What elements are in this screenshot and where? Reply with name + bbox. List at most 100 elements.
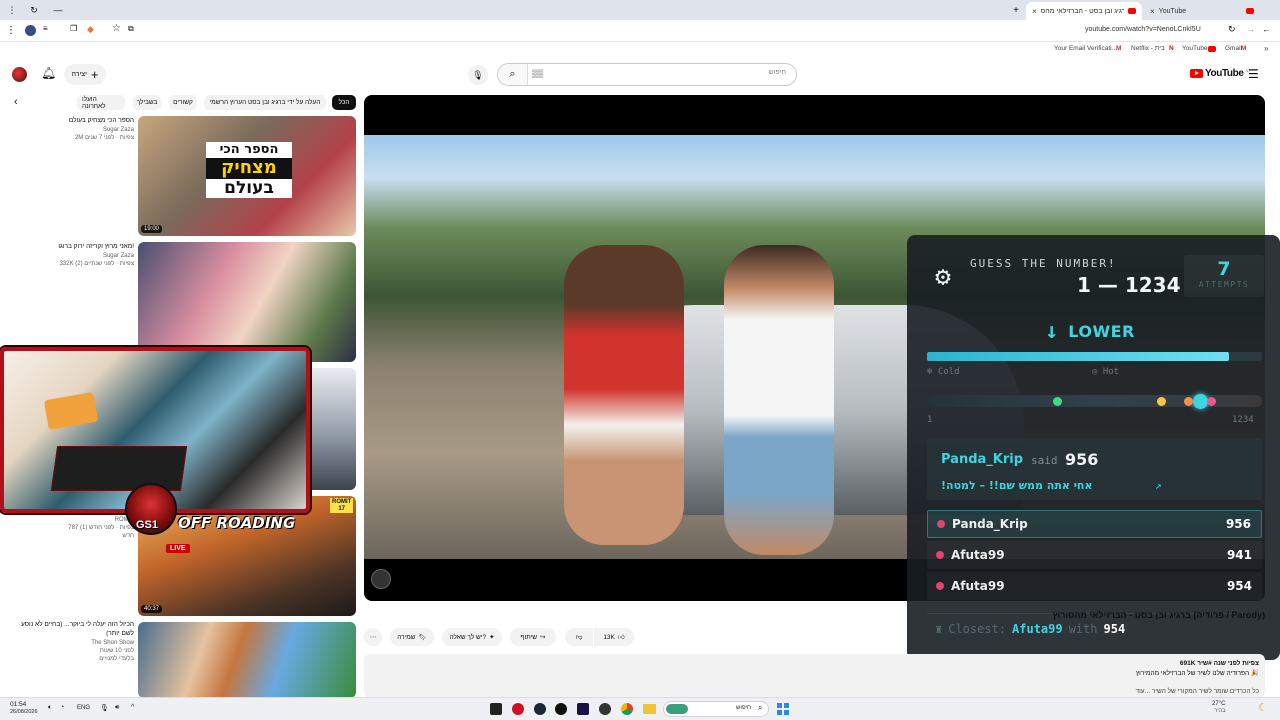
chip-related[interactable]: קשורים [169, 95, 197, 110]
back-icon[interactable]: ← [1262, 24, 1271, 34]
video-stats: 332K צפיות · לפני שנתיים (2) [59, 260, 134, 267]
like-button[interactable]: 13K 👍︎ [594, 628, 634, 646]
video-thumbnail[interactable]: הספר הכי מצחיק בעולם 19:00 [138, 116, 356, 236]
forward-icon[interactable]: → [1246, 24, 1255, 34]
browser-tab-bar: ⋮ ↻ — + × ברגיג ובן בסט - הברזילאי מהס ×… [0, 0, 1280, 20]
tab-youtube[interactable]: × YouTube [1144, 2, 1260, 20]
close-tab-icon[interactable]: × [1150, 7, 1155, 16]
windows-start-icon[interactable] [777, 703, 789, 715]
new-tab-button[interactable]: + [1010, 4, 1022, 16]
clock-date: 26/08/2026 [10, 708, 38, 715]
gear-icon: ⚙ [935, 262, 951, 292]
menu-dots-icon[interactable]: ⋮ [6, 4, 18, 16]
volume-tray-icon[interactable]: 🔊︎ [115, 704, 119, 712]
netflix-logo-icon: N [1169, 45, 1174, 52]
hamburger-menu-icon[interactable]: ☰ [1248, 67, 1259, 81]
duration-badge: 19:00 [141, 225, 163, 233]
search-input-value[interactable]: ▒▒ [532, 69, 543, 78]
kebab-menu-icon[interactable]: ⋮ [6, 25, 16, 36]
speaker-icon[interactable]: 🔈︎ [48, 704, 52, 712]
taskbar-search[interactable]: חיפוש ⌕ [663, 701, 769, 717]
mic-icon[interactable]: 🎙︎ [468, 65, 488, 85]
more-horiz-icon: ⋯ [369, 634, 377, 641]
profile-icon[interactable] [25, 25, 36, 36]
channel-name: ROMIT [114, 517, 134, 523]
cold-label: ❄ Cold [927, 367, 960, 377]
premiere-icon[interactable] [577, 703, 589, 715]
youtube-logo[interactable]: YouTube IL [1190, 68, 1249, 79]
copy-icon[interactable]: ❐ [70, 24, 77, 33]
trend-icon: ↗ [1155, 479, 1162, 492]
bookmark-netflix[interactable]: Netflix - בית [1131, 45, 1165, 52]
save-button[interactable]: שמירה 🔖︎ [390, 628, 434, 646]
app-icon[interactable] [512, 703, 524, 715]
description-box[interactable]: 691K צפיות לפני שנה #שיר הפרודיה שלנו לש… [364, 654, 1265, 698]
channel-name: Sugar Zaza [102, 126, 134, 133]
leaderboard-user: Afuta99 [951, 548, 1005, 562]
chip-all[interactable]: הכל [332, 95, 356, 110]
clock[interactable]: 01:54 26/08/2026 [10, 701, 38, 715]
search-icon: ⌕ [758, 703, 763, 712]
ask-button[interactable]: יש לך שאלה? ✦ [442, 628, 502, 646]
more-bookmarks-icon[interactable]: » [1264, 44, 1268, 53]
weather-widget[interactable]: 27°C בהיר [1212, 701, 1225, 714]
ask-label: יש לך שאלה? [449, 633, 487, 641]
dislike-button[interactable]: 👎︎ [565, 628, 593, 646]
youtube-play-icon [1190, 69, 1203, 78]
extension-icon[interactable]: ≡ [43, 24, 48, 33]
close-tab-icon[interactable]: × [1032, 7, 1037, 16]
chips-scroll-left-icon[interactable]: ‹ [14, 96, 18, 108]
app-icon[interactable] [555, 703, 567, 715]
create-button[interactable]: יצירה + [64, 64, 106, 85]
minimize-icon[interactable]: — [52, 4, 64, 16]
share-button[interactable]: שיתוף ↪ [510, 628, 556, 646]
video-thumbnail[interactable] [138, 242, 356, 362]
video-meta[interactable]: מאני מרוץ וקריזה ירוק ברוגו! Sugar Zaza … [9, 243, 134, 268]
app-icon[interactable] [490, 703, 502, 715]
search-icon[interactable]: ⌕ [498, 64, 528, 85]
chrome-icon[interactable] [621, 703, 633, 715]
bookmark-email[interactable]: Your Email Verificati... [1054, 45, 1117, 52]
last-guess-value: 956 [1065, 450, 1099, 469]
more-actions-button[interactable]: ⋯ [364, 628, 382, 646]
search-input[interactable]: חיפוש [769, 69, 786, 76]
folder-icon[interactable] [643, 704, 656, 714]
steam-icon[interactable] [534, 703, 546, 715]
bookmark-gmail[interactable]: Gmail [1225, 45, 1242, 52]
thumb-up-icon: 👍︎ [617, 634, 625, 641]
game-title: GUESS THE NUMBER! [970, 257, 1117, 270]
chip-recent[interactable]: הועלו לאחרונה [77, 95, 125, 110]
chevron-up-icon[interactable]: ^ [131, 704, 134, 711]
wifi-icon[interactable]: ◔ [60, 704, 64, 711]
chip-uploaded-by[interactable]: העלה על ידי ברגיג ובן בסט הערוץ הרשמי [204, 95, 326, 110]
language-indicator[interactable]: ENG [77, 705, 90, 711]
reload-icon[interactable]: ↻ [1228, 24, 1236, 35]
notifications-bell-icon[interactable]: 🔔︎ [41, 66, 56, 80]
youtube-logo-text: YouTube [1205, 68, 1244, 79]
bookmark-youtube[interactable]: YouTube [1182, 45, 1208, 52]
video-meta[interactable]: ROMIT 787 צפיות · לפני חודש (1) חדש [9, 516, 134, 540]
chip-for-you[interactable]: בשבילך [133, 95, 161, 110]
install-icon[interactable]: ⧉ [128, 24, 134, 34]
tab-video[interactable]: × ברגיג ובן בסט - הברזילאי מהס [1026, 2, 1142, 20]
leaderboard-dot-icon [936, 551, 944, 559]
marker-track [927, 393, 1262, 409]
video-meta[interactable]: הספר הכי מצחיק בעולם Sugar Zaza 2M צפיות… [9, 117, 134, 142]
microphone-tray-icon[interactable]: 🎙︎ [100, 704, 109, 712]
url-text[interactable]: youtube.com/watch?v=NenoLCnkI5U [1085, 26, 1201, 33]
video-thumbnail[interactable] [138, 622, 356, 698]
app-icon[interactable] [599, 703, 611, 715]
avatar[interactable] [12, 67, 27, 82]
star-icon[interactable]: ☆ [112, 23, 121, 34]
leaderboard-row: Afuta99 941 [927, 541, 1262, 569]
video-stats: לפני 10 שעות [99, 647, 134, 654]
video-meta[interactable]: הכיול הזה יעלה לי ביוקר... (בחיים לא נוס… [9, 621, 134, 663]
reload-small-icon[interactable]: ↻ [28, 4, 40, 16]
channel-watermark-icon[interactable] [371, 569, 391, 589]
leaderboard-row: Panda_Krip 956 [927, 510, 1262, 538]
thumbnail-caption: הספר הכי מצחיק בעולם [206, 142, 292, 199]
chip-label: קשורים [173, 99, 193, 106]
last-guess-said: said [1031, 454, 1058, 467]
leaderboard-dot-icon [937, 520, 945, 528]
fox-extension-icon[interactable]: ◆ [87, 24, 94, 35]
